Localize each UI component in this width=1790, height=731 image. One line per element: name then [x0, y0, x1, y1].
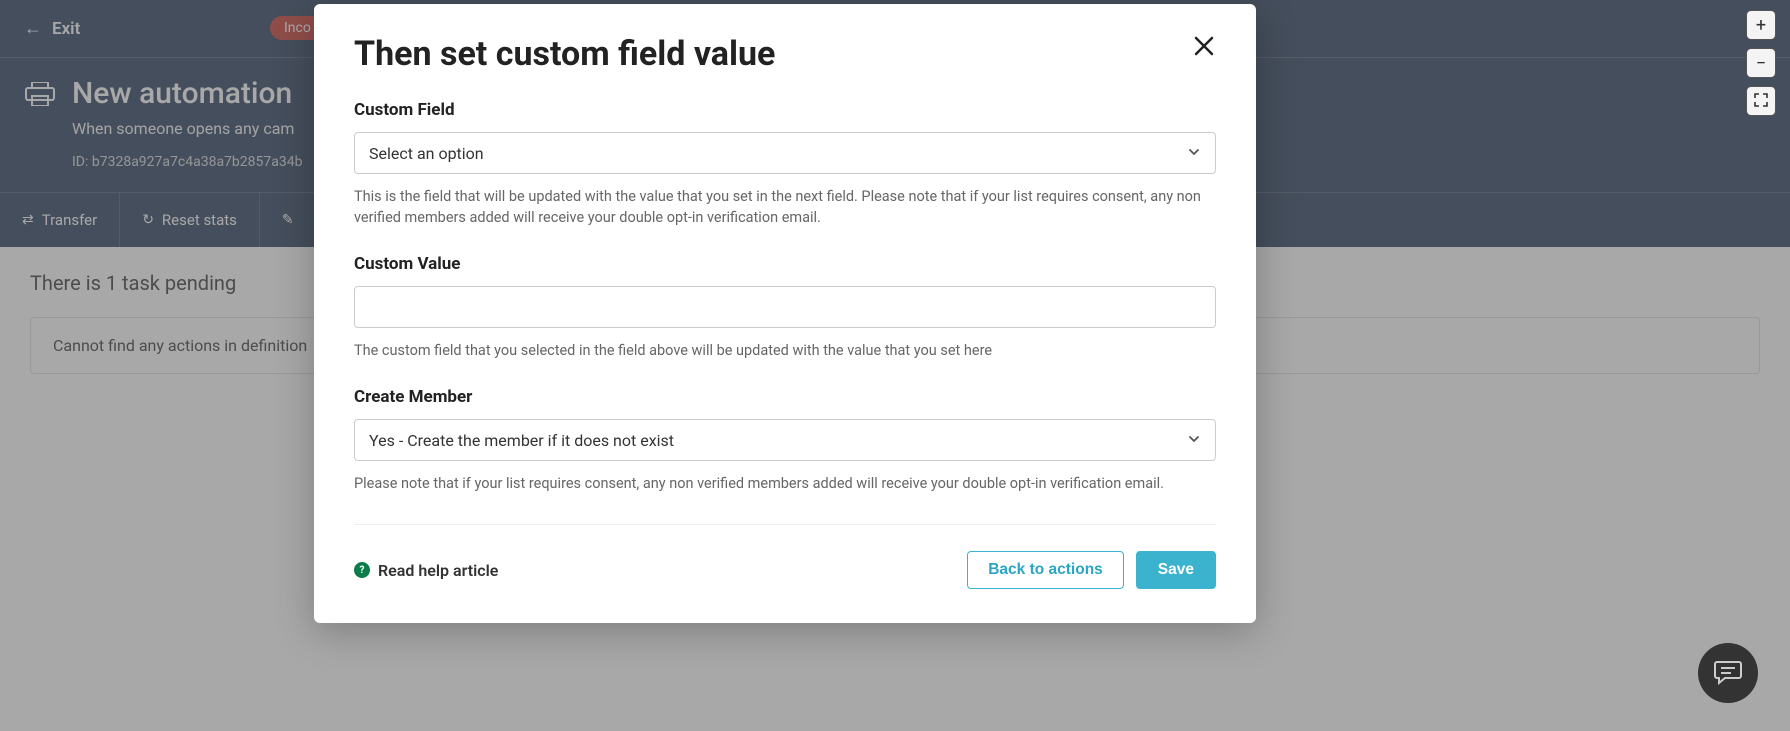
- custom-field-label: Custom Field: [354, 100, 1216, 120]
- expand-icon: [1754, 91, 1768, 112]
- custom-field-group: Custom Field Select an option This is th…: [354, 100, 1216, 228]
- custom-value-label: Custom Value: [354, 254, 1216, 274]
- save-button[interactable]: Save: [1136, 551, 1216, 589]
- help-article-label: Read help article: [378, 561, 498, 580]
- custom-field-modal: Then set custom field value Custom Field…: [314, 4, 1256, 623]
- custom-field-selected: Select an option: [369, 144, 484, 163]
- close-button[interactable]: [1192, 34, 1216, 62]
- custom-value-group: Custom Value The custom field that you s…: [354, 254, 1216, 361]
- zoom-controls: + −: [1746, 10, 1776, 116]
- create-member-group: Create Member Yes - Create the member if…: [354, 387, 1216, 494]
- chat-button[interactable]: [1698, 643, 1758, 703]
- zoom-out-button[interactable]: −: [1746, 48, 1776, 78]
- create-member-help: Please note that if your list requires c…: [354, 473, 1216, 494]
- close-icon: [1192, 43, 1216, 62]
- custom-value-input[interactable]: [354, 286, 1216, 328]
- chat-icon: [1713, 656, 1743, 690]
- chevron-down-icon: [1187, 144, 1201, 163]
- create-member-label: Create Member: [354, 387, 1216, 407]
- help-article-link[interactable]: ? Read help article: [354, 561, 498, 580]
- zoom-in-button[interactable]: +: [1746, 10, 1776, 40]
- custom-field-select[interactable]: Select an option: [354, 132, 1216, 174]
- question-icon: ?: [354, 562, 370, 578]
- fullscreen-button[interactable]: [1746, 86, 1776, 116]
- minus-icon: −: [1756, 53, 1766, 74]
- custom-value-help: The custom field that you selected in th…: [354, 340, 1216, 361]
- plus-icon: +: [1756, 15, 1766, 36]
- create-member-selected: Yes - Create the member if it does not e…: [369, 431, 674, 450]
- custom-field-help: This is the field that will be updated w…: [354, 186, 1216, 228]
- modal-divider: [354, 524, 1216, 525]
- back-to-actions-button[interactable]: Back to actions: [967, 551, 1124, 589]
- chevron-down-icon: [1187, 431, 1201, 450]
- modal-title: Then set custom field value: [354, 34, 775, 74]
- create-member-select[interactable]: Yes - Create the member if it does not e…: [354, 419, 1216, 461]
